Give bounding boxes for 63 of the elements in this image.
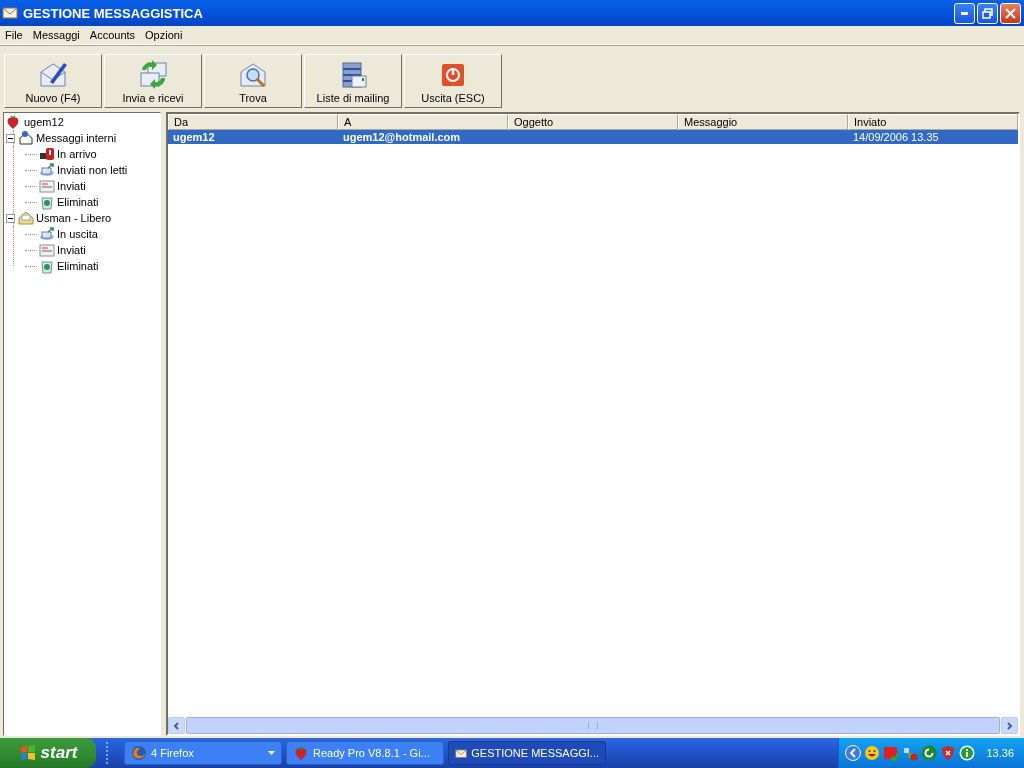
recycle-bin-icon bbox=[39, 258, 55, 274]
tree-item[interactable]: In arrivo bbox=[55, 148, 99, 160]
menu-item[interactable]: Opzioni bbox=[140, 29, 188, 41]
expander[interactable] bbox=[6, 213, 15, 223]
envelope-icon bbox=[2, 6, 18, 20]
smiley-icon[interactable] bbox=[864, 745, 881, 761]
globe-icon bbox=[131, 745, 147, 761]
column-header[interactable]: Oggetto bbox=[508, 114, 678, 130]
envelope-arrow-icon bbox=[39, 226, 55, 242]
envelope-icon bbox=[39, 178, 55, 194]
envelope-arrows-icon bbox=[138, 60, 168, 90]
taskbar-button[interactable]: Ready Pro V8.8.1 - Gi... bbox=[286, 741, 444, 765]
caret-icon bbox=[268, 751, 275, 755]
toolbar-button[interactable]: Trova bbox=[204, 54, 302, 108]
tree-item[interactable]: Inviati bbox=[55, 244, 88, 256]
envelope-arrow-icon bbox=[39, 162, 55, 178]
tree-item[interactable]: Messaggi interni bbox=[34, 132, 119, 144]
toolbar-button[interactable]: Uscita (ESC) bbox=[404, 54, 502, 108]
window-title: GESTIONE MESSAGGISTICA bbox=[23, 5, 204, 21]
menu-item[interactable]: File bbox=[0, 29, 28, 41]
message-row[interactable]: ugem12 ugem12@hotmail.com 14/09/2006 13.35 bbox=[168, 130, 1018, 144]
menu-item[interactable]: Accounts bbox=[84, 29, 141, 41]
taskbar-button[interactable]: GESTIONE MESSAGGI... bbox=[448, 741, 606, 765]
column-header[interactable]: A bbox=[338, 114, 508, 130]
table-cell-text: ugem12 bbox=[172, 131, 216, 143]
tree-item[interactable]: ugem12 bbox=[22, 116, 66, 128]
clock: 13.36 bbox=[986, 747, 1014, 759]
expander[interactable] bbox=[6, 133, 15, 143]
shield-icon[interactable] bbox=[940, 745, 957, 761]
taskbar-button[interactable]: 4 Firefox bbox=[124, 741, 282, 765]
tree-item[interactable]: Eliminati bbox=[55, 196, 101, 208]
close-button[interactable] bbox=[1000, 2, 1021, 24]
start-button[interactable]: start bbox=[0, 738, 96, 768]
shield-check-icon[interactable] bbox=[883, 745, 900, 761]
windows-flag-icon bbox=[18, 744, 37, 762]
close-icon bbox=[1005, 7, 1016, 19]
tree-item[interactable]: Inviati non letti bbox=[55, 164, 130, 176]
toolbar-button[interactable]: Liste di mailing bbox=[304, 54, 402, 108]
table-cell-text: 14/09/2006 13.35 bbox=[852, 131, 940, 143]
chevron-icon[interactable] bbox=[845, 745, 862, 761]
compose-icon bbox=[38, 60, 68, 90]
toolbar-button[interactable]: Nuovo (F4) bbox=[4, 54, 102, 108]
tree-item[interactable]: In uscita bbox=[55, 228, 100, 240]
envelope-icon bbox=[39, 242, 55, 258]
tree-item[interactable]: Usman - Libero bbox=[34, 212, 114, 224]
recycle-bin-icon bbox=[39, 194, 55, 210]
column-header[interactable]: Inviato bbox=[848, 114, 1018, 130]
tree-item[interactable]: Inviati bbox=[55, 180, 88, 192]
tree-item[interactable]: Eliminati bbox=[55, 260, 101, 272]
restore-icon bbox=[982, 7, 993, 19]
info-icon[interactable] bbox=[959, 745, 976, 761]
restore-button[interactable] bbox=[977, 2, 998, 24]
column-header[interactable]: Messaggio bbox=[678, 114, 848, 130]
table-cell-text: ugem12@hotmail.com bbox=[342, 131, 462, 143]
column-header[interactable]: Da bbox=[168, 114, 338, 130]
menu-item[interactable]: Messaggi bbox=[27, 29, 85, 41]
open-envelope-icon bbox=[18, 210, 34, 226]
strawberry-icon bbox=[293, 745, 309, 761]
horizontal-scrollbar[interactable] bbox=[168, 717, 1018, 734]
toolbar-button[interactable]: Invia e ricevi bbox=[104, 54, 202, 108]
minimize-button[interactable] bbox=[954, 2, 975, 24]
minimize-icon bbox=[961, 11, 968, 15]
refresh-icon[interactable] bbox=[921, 745, 938, 761]
